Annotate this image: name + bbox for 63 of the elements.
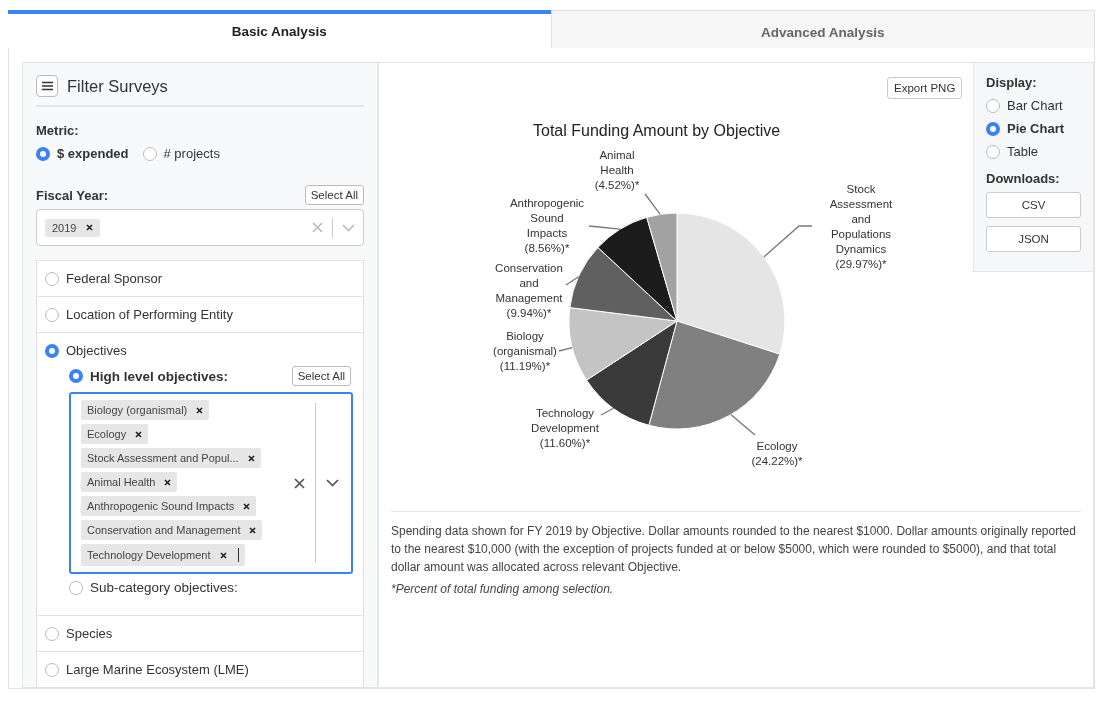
field-label: Downloads: <box>986 171 1061 186</box>
remove-icon[interactable] <box>164 478 172 486</box>
leader-line <box>644 193 661 215</box>
remove-icon[interactable] <box>243 502 251 510</box>
chevron-down-icon[interactable] <box>326 479 339 487</box>
multi-select-field[interactable]: 2019 <box>36 209 364 246</box>
select-all-button[interactable]: Select All <box>291 366 351 386</box>
slice-label: Technology Development (11.60%)* <box>531 406 599 451</box>
slice-label: Stock Assessment and Populations Dynamics (29.97%)* <box>829 182 893 272</box>
slice-label: Biology (organismal) (11.19%)* <box>493 329 557 374</box>
tag: Stock Assessment and Popul... <box>81 448 261 468</box>
menu-icon <box>41 81 53 91</box>
tag: Ecology <box>81 424 149 444</box>
download-button[interactable]: JSON <box>986 226 1081 252</box>
radio-option[interactable]: Bar Chart <box>986 98 1081 113</box>
tag: Anthropogenic Sound Impacts <box>81 496 257 516</box>
filter-option[interactable]: Species <box>45 626 353 641</box>
tag: Biology (organismal) <box>81 400 210 420</box>
tag: Technology Development <box>81 544 245 566</box>
tag: 2019 <box>45 218 101 237</box>
tab[interactable]: Advanced Analysis <box>550 10 1095 48</box>
remove-icon[interactable] <box>135 430 143 438</box>
radio-option[interactable]: High level objectives: <box>69 368 229 384</box>
leader-line <box>565 276 580 286</box>
slice-label: Conservation and Management (9.94%)* <box>495 261 563 321</box>
clear-icon[interactable] <box>294 477 305 489</box>
chart-title: Total Funding Amount by Objective <box>533 122 781 140</box>
remove-icon[interactable] <box>219 551 227 559</box>
panel-title: Filter Surveys <box>67 76 168 96</box>
tag: Conservation and Management <box>81 520 263 540</box>
filter-option[interactable]: Large Marine Ecosystem (LME) <box>45 662 353 677</box>
select-all-button[interactable]: Select All <box>304 185 364 205</box>
filter-option[interactable]: Location of Performing Entity <box>45 307 353 322</box>
radio-option[interactable]: Table <box>986 144 1081 159</box>
remove-icon[interactable] <box>247 454 255 462</box>
note-text: Spending data shown for FY 2019 by Objective. Dollar amounts rounded to the nearest $1000. Dollar amounts originally reported to the nearest $10,000 (with the exception of projects funded at or below $5000, which were rounded to $5000), and that total dollar amount was allocated across relevant Objective. <box>391 523 1077 576</box>
remove-icon[interactable] <box>86 224 94 231</box>
text-cursor <box>237 548 239 562</box>
leader-line <box>558 347 573 352</box>
slice-label: Animal Health (4.52%)* <box>594 148 640 193</box>
remove-icon[interactable] <box>249 526 257 534</box>
multi-select-field[interactable]: Biology (organismal) Ecology Stock Assessment and Popul... Animal Health Anthropogenic Sound Impacts Conservation and Management Technology Development <box>69 392 353 574</box>
field-label: Fiscal Year: <box>36 187 109 203</box>
leader-line <box>730 413 756 436</box>
slice-label: Anthropogenic Sound Impacts (8.56%)* <box>509 196 585 256</box>
radio-option[interactable]: Sub-category objectives: <box>69 580 238 595</box>
radio-option[interactable]: $ expended <box>36 146 129 161</box>
radio-option[interactable]: # projects <box>142 146 220 161</box>
leader-line <box>600 407 615 416</box>
filter-option[interactable]: Objectives <box>45 343 353 358</box>
menu-button[interactable] <box>36 75 58 97</box>
export-button[interactable]: Export PNG <box>887 77 963 99</box>
leader-line <box>763 225 813 258</box>
field-label: Metric: <box>36 123 80 138</box>
download-button[interactable]: CSV <box>986 192 1081 218</box>
footnote-text: *Percent of total funding among selection. <box>391 582 615 596</box>
slice-label: Ecology (24.22%)* <box>751 439 803 469</box>
filter-option[interactable]: Federal Sponsor <box>45 271 353 286</box>
leader-line <box>588 225 621 230</box>
radio-option[interactable]: Pie Chart <box>986 121 1081 136</box>
field-label: Display: <box>986 75 1038 90</box>
tag: Animal Health <box>81 472 178 492</box>
remove-icon[interactable] <box>196 406 204 414</box>
